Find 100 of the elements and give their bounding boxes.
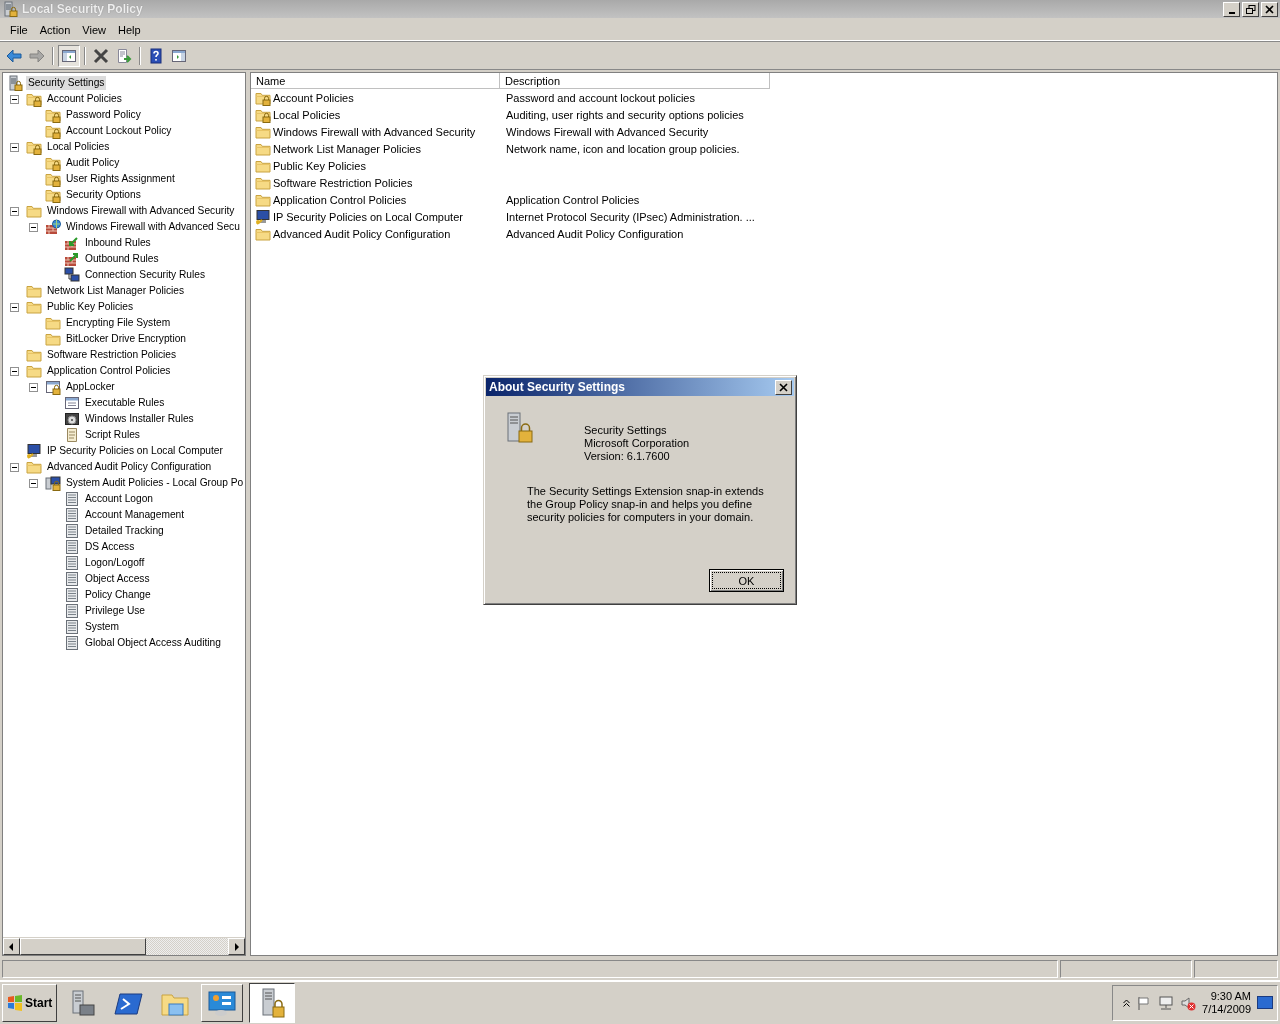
scroll-icon [64, 427, 80, 443]
expand-toggle[interactable] [29, 222, 38, 232]
taskbar-window-button[interactable] [249, 983, 296, 1023]
description-cell-text: Password and account lockout policies [505, 91, 695, 104]
start-button[interactable]: Start [2, 984, 58, 1022]
tree-item[interactable]: Script Rules [83, 428, 142, 442]
tree-item[interactable]: Advanced Audit Policy Configuration [45, 460, 214, 474]
expand-toggle[interactable] [10, 142, 19, 152]
folder-lock-icon [26, 139, 42, 155]
list-item[interactable]: Software Restriction Policies [273, 176, 413, 189]
expand-toggle[interactable] [10, 206, 19, 216]
expand-toggle[interactable] [10, 462, 19, 472]
speaker-muted-icon[interactable] [1180, 995, 1197, 1011]
list-item[interactable]: Windows Firewall with Advanced Security [273, 125, 476, 138]
tree-item[interactable]: Outbound Rules [83, 252, 161, 266]
server-icon [64, 523, 80, 539]
list-item[interactable]: Public Key Policies [273, 159, 366, 172]
menu-item[interactable]: Action [33, 22, 77, 38]
tree-item[interactable]: Encrypting File System [64, 316, 173, 330]
tree-item[interactable]: Account Policies [45, 92, 124, 106]
tree-item[interactable]: Connection Security Rules [83, 268, 208, 282]
tree-item[interactable]: Application Control Policies [45, 364, 173, 378]
brick-wall-arrow-icon [64, 235, 80, 251]
tree-item[interactable]: Password Policy [64, 108, 143, 122]
list-item[interactable]: Advanced Audit Policy Configuration [273, 227, 451, 240]
list-item[interactable]: Local Policies [273, 108, 341, 121]
column-header[interactable]: Name [251, 73, 500, 89]
description-text: The Security Settings Extension snap-in extends the Group Policy snap-in and helps you define security policies for computers in your domain. [527, 485, 765, 524]
tree-item[interactable]: Account Management [83, 508, 187, 522]
folder-icon [26, 299, 42, 315]
menu-item[interactable]: File [4, 22, 34, 38]
folder-lock-icon [45, 155, 61, 171]
pane-window-button[interactable] [58, 45, 80, 67]
tree-item[interactable]: Account Lockout Policy [64, 124, 174, 138]
clock-time[interactable]: 9:30 AM [1210, 990, 1251, 1003]
tree-item[interactable]: DS Access [83, 540, 137, 554]
ok-button[interactable]: OK [709, 569, 784, 592]
tree-item[interactable]: Software Restriction Policies [45, 348, 179, 362]
tree-item[interactable]: System Audit Policies - Local Group Po [64, 476, 245, 490]
tree-item[interactable]: Windows Firewall with Advanced Security [45, 204, 237, 218]
tree-item[interactable]: Policy Change [83, 588, 153, 602]
expand-toggle[interactable] [10, 94, 19, 104]
column-header[interactable]: Description [500, 73, 770, 89]
tree-item[interactable]: Network List Manager Policies [45, 284, 187, 298]
close-button[interactable] [1261, 1, 1278, 17]
chevron-icon[interactable] [1123, 999, 1131, 1007]
tree-item[interactable]: BitLocker Drive Encryption [64, 332, 189, 346]
close-button[interactable] [775, 379, 792, 395]
tree-item[interactable]: Global Object Access Auditing [83, 636, 223, 650]
show-desktop-icon[interactable] [1257, 996, 1273, 1010]
tree-item[interactable]: Account Logon [83, 492, 155, 506]
tree-item[interactable]: Local Policies [45, 140, 112, 154]
tree-item[interactable]: Inbound Rules [83, 236, 153, 250]
right-arrow-icon[interactable] [234, 942, 239, 951]
network-icon[interactable] [1158, 995, 1175, 1011]
minimize-icon [1228, 11, 1235, 14]
folder-lock-icon [45, 123, 61, 139]
minimize-button[interactable] [1223, 1, 1240, 17]
folder-icon [26, 363, 42, 379]
tree-item[interactable]: Security Options [64, 188, 143, 202]
tree-item[interactable]: Security Settings [26, 76, 107, 90]
description-cell-text: Windows Firewall with Advanced Security [505, 125, 709, 138]
folder-lock-icon [45, 171, 61, 187]
list-item[interactable]: Account Policies [273, 91, 354, 104]
description-cell-text: Auditing, user rights and security options policies [505, 108, 744, 121]
menu-item[interactable]: Help [111, 22, 147, 38]
tree-item[interactable]: Privilege Use [83, 604, 148, 618]
tree-item[interactable]: Logon/Logoff [83, 556, 147, 570]
menu-item[interactable]: View [76, 22, 112, 38]
restore-button[interactable] [1242, 1, 1259, 17]
tree-item[interactable]: AppLocker [64, 380, 117, 394]
list-item[interactable]: Application Control Policies [273, 193, 407, 206]
control-panel-icon[interactable] [207, 989, 238, 1017]
list-item[interactable]: IP Security Policies on Local Computer [273, 210, 463, 223]
pane-window-icon [61, 48, 77, 64]
tree-item[interactable]: Object Access [83, 572, 152, 586]
tree-item[interactable]: Windows Firewall with Advanced Secu [64, 220, 242, 234]
expand-toggle[interactable] [10, 366, 19, 376]
clock-date[interactable]: 7/14/2009 [1202, 1003, 1251, 1016]
tree-item[interactable]: IP Security Policies on Local Computer [45, 444, 225, 458]
tree-item[interactable]: Windows Installer Rules [83, 412, 196, 426]
description-cell-text: Advanced Audit Policy Configuration [505, 227, 684, 240]
left-arrow-icon[interactable] [9, 942, 14, 951]
app-icon [2, 1, 18, 17]
folder-icon [45, 331, 61, 347]
tree-item[interactable]: Executable Rules [83, 396, 167, 410]
expand-toggle[interactable] [10, 302, 19, 312]
tree-item[interactable]: System [83, 620, 121, 634]
expand-toggle[interactable] [29, 478, 38, 488]
tree-item[interactable]: User Rights Assignment [64, 172, 177, 186]
tree-item[interactable]: Detailed Tracking [83, 524, 166, 538]
horizontal-scrollbar[interactable] [3, 937, 245, 955]
restore-icon [1245, 3, 1256, 15]
help-icon [148, 48, 164, 64]
tree-item[interactable]: Audit Policy [64, 156, 122, 170]
expand-toggle[interactable] [29, 382, 38, 392]
list-item[interactable]: Network List Manager Policies [273, 142, 421, 155]
pane-window-icon [171, 48, 187, 64]
tree-item[interactable]: Public Key Policies [45, 300, 136, 314]
back-arrow-icon [6, 48, 22, 64]
